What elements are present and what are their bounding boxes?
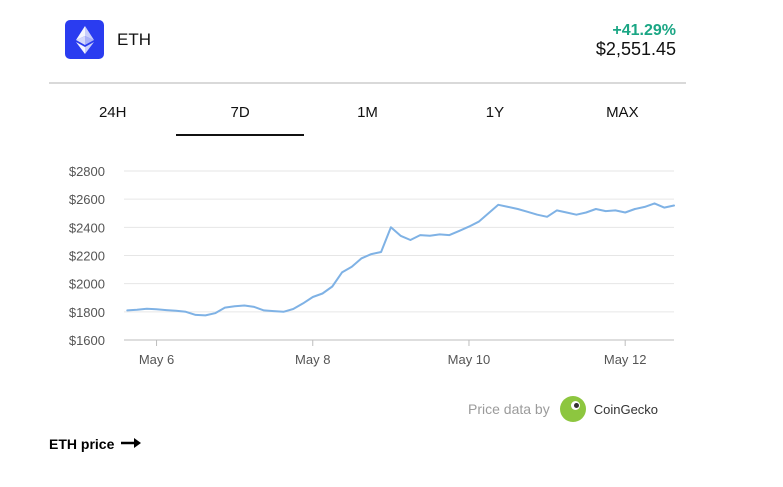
coin-header: ETH +41.29% $2,551.45: [49, 0, 686, 84]
eth-price-link[interactable]: ETH price: [49, 436, 142, 452]
tab-7d[interactable]: 7D: [176, 96, 305, 136]
price-data-credit: Price data by CoinGecko: [468, 395, 658, 423]
price-line: [126, 202, 675, 317]
price-change: +41.29%: [612, 22, 676, 39]
price-chart: $1600 $1800 $2000 $2200 $2400 $2600 $2800 May 6…: [69, 164, 675, 367]
time-range-tabs: 24H 7D 1M 1Y MAX: [49, 96, 686, 136]
x-tick-label: May 6: [139, 352, 174, 367]
y-tick-label: $2800: [69, 164, 105, 179]
current-price: $2,551.45: [595, 39, 676, 59]
tab-24h[interactable]: 24H: [49, 96, 176, 136]
credit-prefix: Price data by: [468, 401, 550, 417]
y-tick-label: $1600: [69, 333, 105, 348]
coingecko-link[interactable]: CoinGecko: [594, 402, 658, 417]
y-tick-label: $1800: [69, 305, 105, 320]
y-tick-label: $2200: [69, 249, 105, 264]
x-tick-label: May 10: [448, 352, 491, 367]
ethereum-icon: [65, 20, 104, 59]
coin-name: ETH: [117, 30, 151, 49]
x-tick-label: May 12: [604, 352, 647, 367]
y-tick-label: $2600: [69, 192, 105, 207]
coingecko-icon: [559, 396, 586, 422]
tab-1y[interactable]: 1Y: [431, 96, 558, 136]
arrow-right-icon: [120, 436, 142, 452]
eth-price-link-label: ETH price: [49, 436, 115, 452]
y-tick-label: $2000: [69, 277, 105, 292]
y-tick-label: $2400: [69, 220, 105, 235]
tab-1m[interactable]: 1M: [304, 96, 431, 136]
tab-max[interactable]: MAX: [559, 96, 686, 136]
x-tick-label: May 8: [295, 352, 330, 367]
